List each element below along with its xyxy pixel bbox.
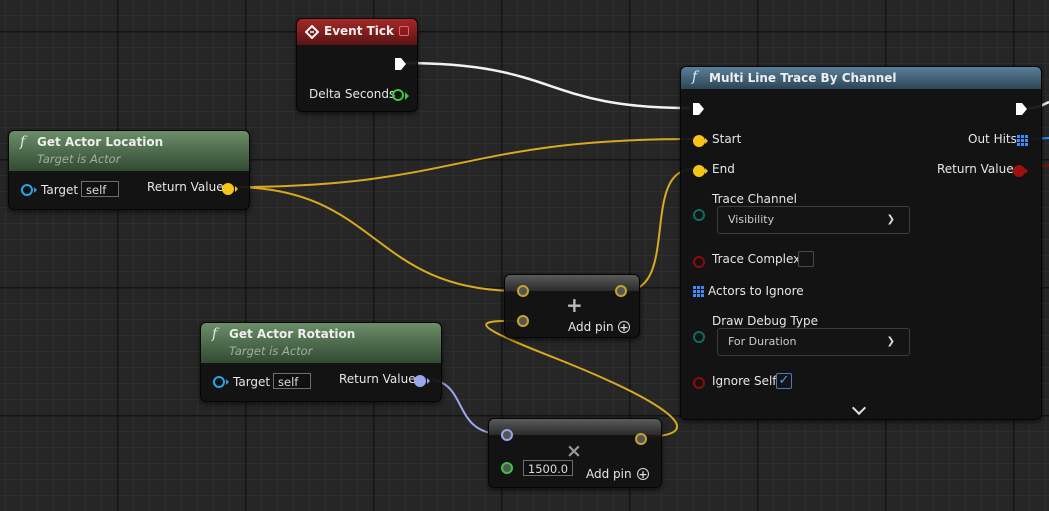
rotation-target-field[interactable]: self <box>273 373 311 389</box>
location-target-arrow-icon <box>34 187 37 193</box>
event-diamond-icon <box>305 25 319 39</box>
ignore-self-checkbox[interactable]: ✓ <box>776 373 792 389</box>
location-return-arrow-icon <box>235 186 238 192</box>
location-target-label: Target <box>41 183 79 197</box>
multiply-operator-symbol: × <box>566 440 582 462</box>
delta-seconds-arrow-icon <box>405 92 409 100</box>
delta-seconds-label: Delta Seconds <box>309 87 396 101</box>
get-actor-rotation-title: Get Actor Rotation <box>229 327 356 341</box>
rotation-target-arrow-icon <box>226 379 229 385</box>
multiply-node-header <box>489 419 661 435</box>
ignore-self-pin[interactable] <box>693 377 705 389</box>
trace-channel-value: Visibility <box>728 213 775 226</box>
rotation-target-pin[interactable] <box>213 376 225 388</box>
add-node[interactable]: + Add pin + <box>504 274 640 338</box>
function-icon: f <box>212 326 218 342</box>
vector-wire-add-a <box>231 186 520 292</box>
trace-end-label: End <box>712 162 735 176</box>
chevron-down-icon: ❯ <box>886 336 895 347</box>
draw-debug-value: For Duration <box>728 335 797 348</box>
multiply-input-b-pin[interactable] <box>501 462 513 474</box>
actors-to-ignore-label: Actors to Ignore <box>708 284 804 298</box>
multiply-node[interactable]: × 1500.0 Add pin + <box>488 418 662 488</box>
multiply-output-pin[interactable] <box>635 433 647 445</box>
trace-channel-dropdown[interactable]: Visibility ❯ <box>717 206 910 234</box>
rotation-target-label: Target <box>233 375 271 389</box>
trace-return-value-pin[interactable] <box>1013 165 1025 177</box>
add-input-b-pin[interactable] <box>517 315 529 327</box>
multiply-input-a-pin[interactable] <box>501 429 513 441</box>
trace-channel-pin[interactable] <box>693 209 705 221</box>
add-input-a-pin[interactable] <box>517 285 529 297</box>
trace-return-value-label: Return Value <box>937 162 1014 176</box>
trace-node-title: Multi Line Trace By Channel <box>709 71 897 85</box>
trace-start-pin[interactable] <box>693 135 705 147</box>
event-tick-node[interactable]: Event Tick Delta Seconds <box>296 18 418 112</box>
trace-end-pin[interactable] <box>693 165 705 177</box>
multi-line-trace-node[interactable]: f Multi Line Trace By Channel Start Out … <box>680 66 1042 420</box>
event-tick-title: Event Tick <box>324 24 395 38</box>
location-return-pin[interactable] <box>222 183 234 195</box>
ignore-self-label: Ignore Self <box>712 374 777 388</box>
trace-start-label: Start <box>712 132 742 146</box>
exec-wire <box>402 61 691 110</box>
get-actor-rotation-subtitle: Target is Actor <box>229 344 313 358</box>
location-target-field[interactable]: self <box>81 181 119 197</box>
add-operator-symbol: + <box>566 293 583 317</box>
event-stop-icon <box>399 26 409 36</box>
rotation-return-pin[interactable] <box>414 375 426 387</box>
trace-start-arrow-icon <box>705 138 708 144</box>
chevron-down-icon[interactable] <box>851 400 867 416</box>
trace-channel-label: Trace Channel <box>712 192 797 206</box>
location-target-pin[interactable] <box>21 184 33 196</box>
multiply-add-pin-plus-icon[interactable]: + <box>637 468 649 480</box>
function-icon: f <box>692 69 698 85</box>
get-actor-location-subtitle: Target is Actor <box>37 152 121 166</box>
trace-return-arrow-icon <box>1025 168 1028 174</box>
delta-seconds-pin[interactable] <box>392 89 404 101</box>
function-icon: f <box>20 134 26 150</box>
out-hits-array-icon[interactable] <box>1017 135 1028 146</box>
draw-debug-label: Draw Debug Type <box>712 314 818 328</box>
draw-debug-pin[interactable] <box>693 331 705 343</box>
actors-to-ignore-array-icon[interactable] <box>693 286 704 297</box>
multiply-value-field[interactable]: 1500.0 <box>523 460 573 476</box>
multiply-add-pin-label[interactable]: Add pin <box>586 467 632 481</box>
draw-debug-dropdown[interactable]: For Duration ❯ <box>717 328 910 356</box>
get-actor-location-title: Get Actor Location <box>37 135 164 149</box>
trace-complex-label: Trace Complex <box>712 252 801 266</box>
rotation-return-label: Return Value <box>339 372 416 386</box>
trace-out-hits-label: Out Hits <box>968 132 1017 146</box>
location-return-label: Return Value <box>147 180 224 194</box>
add-pin-plus-icon[interactable]: + <box>618 321 630 333</box>
add-pin-label[interactable]: Add pin <box>568 320 614 334</box>
trace-end-arrow-icon <box>705 168 708 174</box>
get-actor-rotation-node[interactable]: f Get Actor Rotation Target is Actor Tar… <box>200 322 442 402</box>
trace-complex-pin[interactable] <box>693 256 705 268</box>
trace-complex-checkbox[interactable] <box>798 251 814 267</box>
rotation-return-arrow-icon <box>427 378 430 384</box>
add-output-pin[interactable] <box>615 285 627 297</box>
chevron-down-icon: ❯ <box>886 214 895 225</box>
get-actor-location-node[interactable]: f Get Actor Location Target is Actor Tar… <box>8 130 250 210</box>
vector-wire-start <box>231 138 694 188</box>
